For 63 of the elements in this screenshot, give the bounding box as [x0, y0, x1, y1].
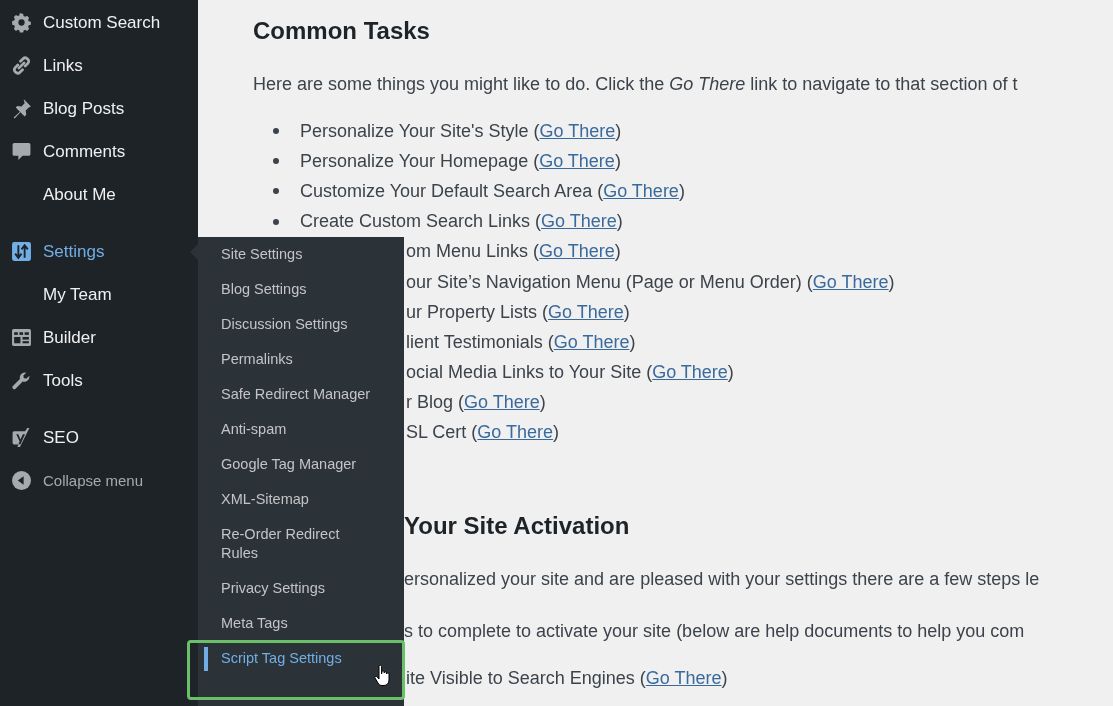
submenu-item[interactable]: Site Settings	[198, 237, 404, 272]
section-heading: Your Site Activation	[404, 511, 630, 542]
go-there-link[interactable]: Go There	[553, 331, 630, 352]
submenu-item[interactable]: Blog Settings	[198, 272, 404, 307]
pin-icon	[11, 98, 32, 119]
sidebar-item[interactable]: Builder	[0, 316, 198, 359]
go-there-link[interactable]: Go There	[603, 180, 679, 201]
list-item-text: om Menu Links (Go There)	[406, 241, 621, 263]
sliders-icon	[11, 241, 32, 262]
submenu-item[interactable]: Discussion Settings	[198, 307, 404, 342]
list-item-text: Personalize Your Site's Style (Go There)	[300, 120, 622, 142]
go-there-link[interactable]: Go There	[477, 422, 554, 443]
go-there-link[interactable]: Go There	[541, 211, 617, 232]
wrench-icon	[11, 370, 32, 391]
sidebar-item[interactable]: Comments	[0, 130, 198, 173]
submenu-item[interactable]: Google Tag Manager	[198, 447, 404, 482]
paragraph: Here are some things you might like to do. Click the Go There link to navigate to that section of t	[253, 73, 1018, 96]
list-item-text: ur Property Lists (Go There)	[406, 301, 630, 323]
sidebar-item[interactable]: Links	[0, 44, 198, 87]
list-item-text: ocial Media Links to Your Site (Go There)	[406, 362, 734, 384]
y-logo-icon	[11, 427, 32, 448]
submenu-item[interactable]: Meta Tags	[198, 606, 404, 641]
go-there-link[interactable]: Go There	[539, 241, 615, 262]
list-item-text: Customize Your Default Search Area (Go There)	[300, 180, 685, 202]
gear-icon	[11, 12, 32, 33]
list-item-text: our Site’s Navigation Menu (Page or Menu Order) (Go There)	[406, 271, 895, 293]
bullet-icon	[273, 188, 279, 195]
submenu-item[interactable]: Permalinks	[198, 342, 404, 377]
table-icon	[11, 327, 32, 348]
submenu-item[interactable]: Safe Redirect Manager	[198, 377, 404, 412]
go-there-link[interactable]: Go There	[652, 362, 728, 383]
section-heading: Common Tasks	[253, 16, 430, 46]
sidebar-item[interactable]: SEO	[0, 416, 198, 459]
list-item-text: lient Testimonials (Go There)	[406, 331, 636, 353]
go-there-link[interactable]: Go There	[812, 271, 889, 292]
go-there-link[interactable]: Go There	[548, 301, 624, 322]
list-item-text: Personalize Your Homepage (Go There)	[300, 150, 621, 172]
go-there-link[interactable]: Go There	[464, 392, 540, 413]
submenu-item[interactable]: Privacy Settings	[198, 571, 404, 606]
paragraph: s to complete to activate your site (below are help documents to help you com	[404, 620, 1025, 644]
sidebar-item[interactable]: Custom Search	[0, 1, 198, 44]
speech-bubble-icon	[11, 141, 32, 162]
sidebar-item[interactable]: Tools	[0, 359, 198, 402]
sidebar-item[interactable]: About Me	[0, 173, 198, 216]
bullet-icon	[273, 158, 279, 165]
link-icon	[11, 55, 32, 76]
go-there-link[interactable]: Go There	[539, 150, 615, 171]
selection-bar	[204, 647, 208, 671]
list-item-text: SL Cert (Go There)	[406, 422, 560, 444]
sidebar-item[interactable]: Blog Posts	[0, 87, 198, 130]
sidebar-item[interactable]: My Team	[0, 273, 198, 316]
bullet-icon	[273, 128, 279, 135]
list-item-text: ite Visible to Search Engines (Go There)	[406, 667, 728, 689]
paragraph: ersonalized your site and are pleased with your settings there are a few steps le	[404, 568, 1040, 592]
bullet-icon	[273, 218, 279, 225]
sidebar-item[interactable]: Collapse menu	[0, 459, 198, 502]
hand-cursor-icon	[374, 665, 390, 687]
submenu-item[interactable]: XML-Sitemap	[198, 482, 404, 517]
submenu-item[interactable]: Anti-spam	[198, 412, 404, 447]
list-item-text: Create Custom Search Links (Go There)	[300, 211, 623, 233]
submenu-item[interactable]: Re-Order Redirect Rules	[198, 517, 404, 571]
go-there-link[interactable]: Go There	[645, 667, 722, 688]
list-item-text: r Blog (Go There)	[406, 392, 546, 414]
